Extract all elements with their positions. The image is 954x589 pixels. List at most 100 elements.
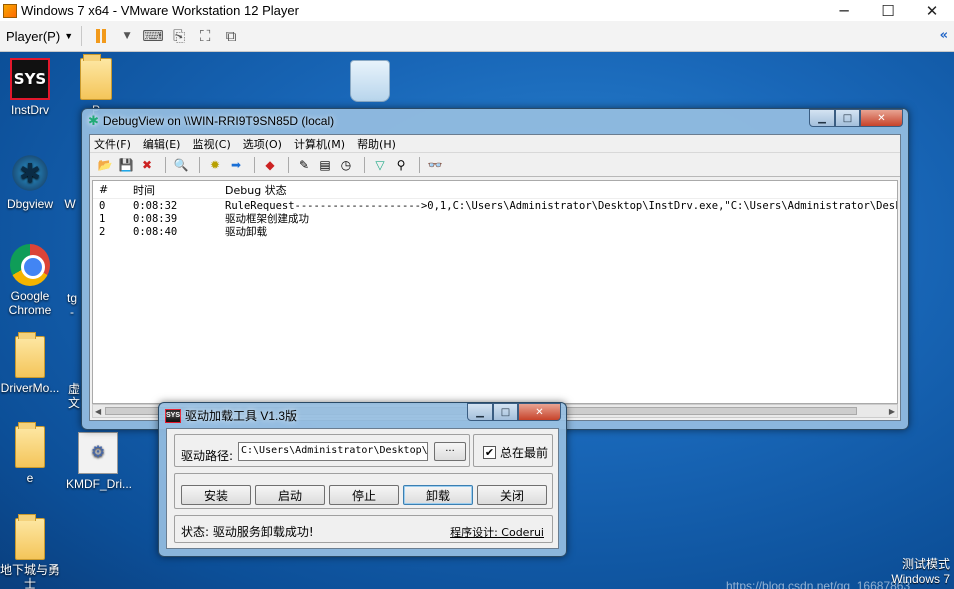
always-on-top-label: 总在最前: [500, 446, 549, 460]
menu-capture[interactable]: 监视(C): [192, 136, 230, 152]
connect-icon[interactable]: ⚲: [392, 156, 410, 174]
toolbar-separator: [199, 156, 200, 173]
driver-loader-window: SYS 驱动加载工具 V1.3版 ▁ □ ✕ 驱动路径: C:\Users\Ad…: [158, 402, 567, 557]
toolbar-separator: [364, 156, 365, 173]
row-number: 0: [99, 199, 106, 212]
filter-icon[interactable]: ◆: [261, 156, 279, 174]
maximize-button[interactable]: ☐: [866, 0, 910, 21]
driver-loader-title: 驱动加载工具 V1.3版: [185, 409, 298, 423]
driver-path-label: 驱动路径:: [181, 449, 234, 463]
toolbar-separator: [288, 156, 289, 173]
desktop-icon-drivermonitor[interactable]: DriverMo...: [0, 332, 60, 395]
close-dialog-button[interactable]: 关闭: [477, 485, 547, 505]
autoscroll-icon[interactable]: ➡: [227, 156, 245, 174]
debugview-close-button[interactable]: ✕: [860, 109, 903, 127]
debugview-window: ✱ DebugView on \\WIN-RRI9T9SN85D (local)…: [81, 108, 909, 430]
vmware-window-controls: ─ ☐ ✕: [822, 0, 954, 21]
close-button[interactable]: ✕: [910, 0, 954, 21]
player-menu[interactable]: Player(P) ▼: [6, 29, 73, 44]
debugview-window-controls: ▁ □ ✕: [809, 109, 903, 127]
full-screen-icon[interactable]: ⛶: [194, 25, 216, 47]
stop-button[interactable]: 停止: [329, 485, 399, 505]
recycle-bin-icon: [350, 60, 390, 102]
folder-icon: [15, 514, 45, 560]
pause-dropdown-icon[interactable]: ▼: [116, 25, 138, 47]
driver-loader-client: 驱动路径: C:\Users\Administrator\Desktop\KMD…: [166, 428, 559, 549]
vmware-app-icon: [3, 3, 17, 18]
binoculars-icon[interactable]: 👓: [426, 156, 444, 174]
table-row[interactable]: 2 0:08:40 驱动卸载: [93, 225, 897, 239]
start-button[interactable]: 启动: [255, 485, 325, 505]
loader-maximize-button[interactable]: □: [493, 403, 518, 421]
row-message: RuleRequest-------------------->0,1,C:\U…: [225, 199, 897, 212]
debugview-menubar: 文件(F) 编辑(E) 监视(C) 选项(O) 计算机(M) 帮助(H): [90, 135, 900, 153]
column-time[interactable]: 时间: [127, 182, 221, 198]
folder-icon: [15, 422, 45, 468]
pause-icon[interactable]: [90, 25, 112, 47]
history-depth-icon[interactable]: ▤: [316, 156, 334, 174]
menu-computer[interactable]: 计算机(M): [294, 136, 345, 152]
folder-icon: [80, 54, 112, 100]
scroll-right-icon[interactable]: ▶: [889, 407, 895, 416]
checkbox-check-icon: ✔: [483, 446, 496, 459]
author-link[interactable]: 程序设计: Coderui: [450, 524, 544, 540]
save-icon[interactable]: 💾: [117, 156, 135, 174]
desktop-icon-chrome[interactable]: Google Chrome: [0, 244, 60, 317]
status-text: 状态: 驱动服务卸载成功!: [181, 525, 314, 539]
debugview-output-list[interactable]: # 时间 Debug 状态 0 0:08:32 RuleRequest-----…: [92, 180, 898, 404]
edit-filter-icon[interactable]: ✎: [295, 156, 313, 174]
removable-devices-icon[interactable]: ⎘: [168, 25, 190, 47]
row-number: 1: [99, 212, 106, 225]
minimize-button[interactable]: ─: [822, 0, 866, 21]
desktop-icon-label: Google Chrome: [8, 289, 52, 317]
desktop-icon-kmdf-driver[interactable]: ⚙ KMDF_Dri...: [66, 432, 132, 491]
desktop-icon-label: e: [26, 471, 34, 485]
toolbar-separator: [254, 156, 255, 173]
browse-button[interactable]: ···: [434, 442, 466, 461]
driver-path-input[interactable]: C:\Users\Administrator\Desktop\KMD: [238, 442, 428, 461]
debugview-minimize-button[interactable]: ▁: [809, 109, 835, 127]
install-button[interactable]: 安装: [181, 485, 251, 505]
unity-icon[interactable]: ⧉: [220, 25, 242, 47]
highlight-icon[interactable]: ▽: [371, 156, 389, 174]
desktop-icon-instdrv[interactable]: SYS InstDrv: [0, 58, 60, 117]
debugview-titlebar: ✱ DebugView on \\WIN-RRI9T9SN85D (local): [88, 113, 334, 129]
debugview-maximize-button[interactable]: □: [835, 109, 860, 127]
find-icon[interactable]: 🔍: [172, 156, 190, 174]
always-on-top-checkbox[interactable]: ✔ 总在最前: [483, 444, 548, 461]
desktop-icon-recycle-bin[interactable]: [340, 60, 400, 105]
menu-help[interactable]: 帮助(H): [357, 136, 396, 152]
toolbar-separator: [419, 156, 420, 173]
url-watermark: https://blog.csdn.net/qq_16687863: [726, 579, 911, 589]
bug-icon: ✱: [10, 152, 50, 194]
row-time: 0:08:32: [133, 199, 178, 212]
clock-icon[interactable]: ◷: [337, 156, 355, 174]
vmware-window-title: Windows 7 x64 - VMware Workstation 12 Pl…: [21, 3, 299, 18]
row-message: 驱动卸载: [225, 226, 267, 238]
collapse-toolbar-icon[interactable]: «: [940, 28, 948, 43]
clear-display-icon[interactable]: ✖: [138, 156, 156, 174]
debugview-client: 文件(F) 编辑(E) 监视(C) 选项(O) 计算机(M) 帮助(H) 📂 💾…: [89, 134, 901, 421]
desktop-icon-label: Dbgview: [6, 197, 54, 211]
debugview-title: DebugView on \\WIN-RRI9T9SN85D (local): [102, 114, 335, 128]
settings-file-icon: ⚙: [78, 432, 118, 474]
send-ctrl-alt-del-icon[interactable]: ⌨: [142, 25, 164, 47]
scroll-left-icon[interactable]: ◀: [95, 407, 101, 416]
open-folder-icon[interactable]: 📂: [96, 156, 114, 174]
loader-close-button[interactable]: ✕: [518, 403, 561, 421]
menu-file[interactable]: 文件(F): [94, 136, 131, 152]
unload-button[interactable]: 卸载: [403, 485, 473, 505]
sys-icon: SYS: [165, 408, 181, 423]
column-debug-status[interactable]: Debug 状态: [221, 182, 897, 198]
folder-icon: [15, 332, 45, 378]
vmware-titlebar: Windows 7 x64 - VMware Workstation 12 Pl…: [0, 0, 954, 21]
menu-edit[interactable]: 编辑(E): [143, 136, 181, 152]
capture-icon[interactable]: ✹: [206, 156, 224, 174]
loader-minimize-button[interactable]: ▁: [467, 403, 493, 421]
toolbar-separator: [165, 156, 166, 173]
column-number[interactable]: #: [93, 183, 127, 196]
menu-options[interactable]: 选项(O): [243, 136, 282, 152]
toolbar-separator: [81, 26, 83, 46]
desktop-icon-e[interactable]: e: [0, 422, 60, 485]
desktop-icon-dnf[interactable]: 地下城与勇 士: [0, 514, 60, 589]
